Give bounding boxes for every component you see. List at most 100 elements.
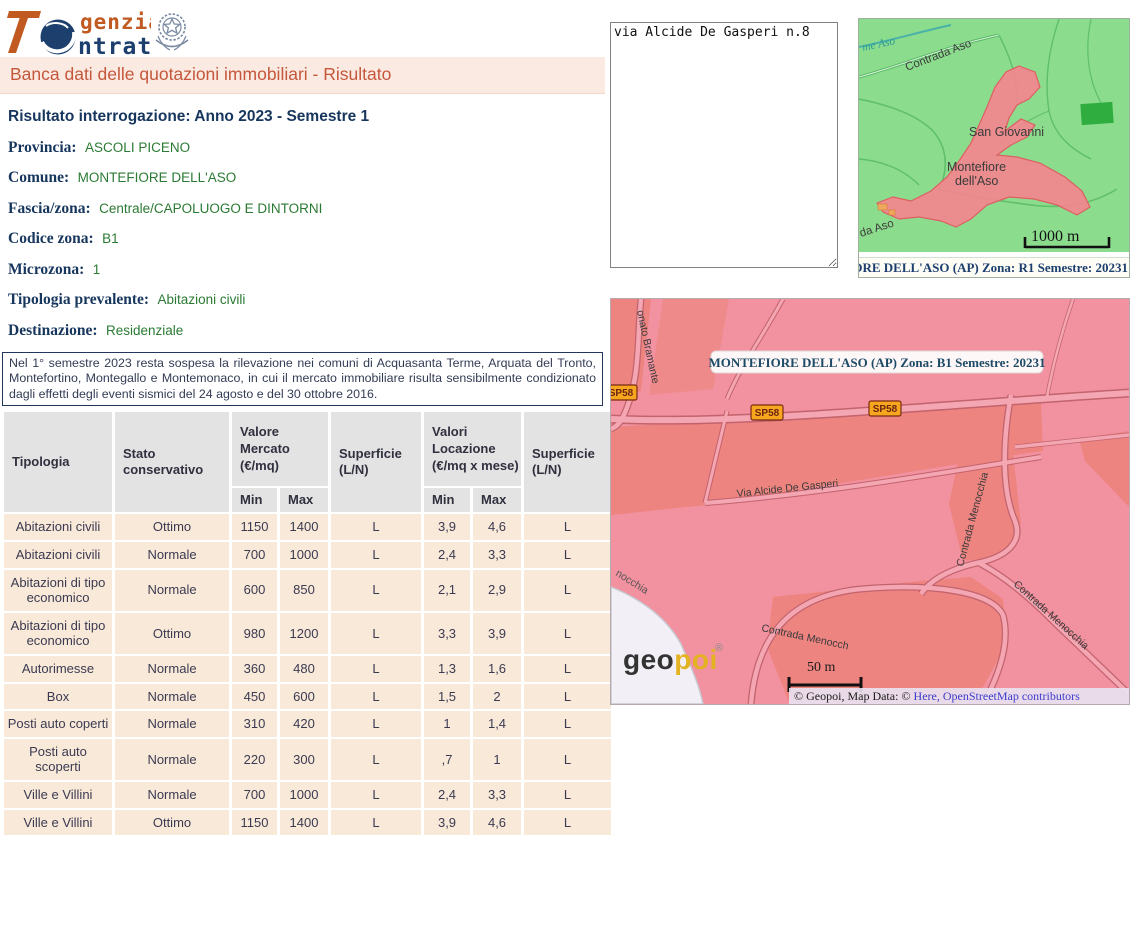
cell-valore-mercato-min: 600 (232, 570, 277, 611)
cell-tipologia: Autorimesse (4, 656, 112, 682)
info-field-label: Fascia/zona: (8, 200, 91, 217)
address-textarea-wrap: via Alcide De Gasperi n.8 (610, 22, 838, 273)
cell-tipologia: Abitazioni di tipo economico (4, 613, 112, 654)
svg-text:SP58: SP58 (755, 408, 780, 419)
info-field-value: B1 (98, 231, 119, 246)
page-title: Banca dati delle quotazioni immobiliari … (10, 64, 391, 84)
col-header-valori-locazione: Valori Locazione (€/mq x mese) (424, 412, 521, 486)
agenzia-entrate-header: genzia ntrate (0, 0, 605, 57)
svg-text:geopoi: geopoi (623, 644, 718, 675)
col-header-vl-min: Min (424, 488, 470, 512)
cell-stato-conservativo: Ottimo (115, 613, 229, 654)
cell-valori-locazione-max: 3,3 (473, 542, 521, 568)
cell-valori-locazione-max: 1 (473, 739, 521, 780)
cell-superficie-1: L (331, 711, 421, 737)
info-field-value: ASCOLI PICENO (81, 140, 190, 155)
info-field-value: Residenziale (102, 323, 183, 338)
here-link[interactable]: Here, (914, 689, 940, 703)
info-field-row: Destinazione: Residenziale (8, 322, 605, 340)
cell-valori-locazione-min: 2,4 (424, 782, 470, 808)
cell-tipologia: Ville e Villini (4, 782, 112, 808)
cell-stato-conservativo: Normale (115, 711, 229, 737)
cell-superficie-1: L (331, 782, 421, 808)
cell-valore-mercato-min: 360 (232, 656, 277, 682)
table-header: Tipologia Stato conservativo Valore Merc… (4, 412, 611, 512)
cell-valore-mercato-min: 1150 (232, 810, 277, 836)
info-field-row: Tipologia prevalente: Abitazioni civili (8, 291, 605, 309)
cell-valore-mercato-max: 300 (280, 739, 328, 780)
address-input[interactable]: via Alcide De Gasperi n.8 (610, 22, 838, 268)
col-header-tipologia: Tipologia (4, 412, 112, 512)
cell-stato-conservativo: Normale (115, 782, 229, 808)
table-row: Ville e Villini Normale 700 1000 L 2,4 3… (4, 782, 611, 808)
cell-valore-mercato-max: 850 (280, 570, 328, 611)
table-body: Abitazioni civili Ottimo 1150 1400 L 3,9… (4, 514, 611, 835)
san-giovanni-label: San Giovanni (969, 125, 1044, 139)
map-attribution: © Geopoi, Map Data: © Here, OpenStreetMa… (794, 689, 1080, 703)
cell-valore-mercato-max: 420 (280, 711, 328, 737)
cell-valori-locazione-min: 1,3 (424, 656, 470, 682)
cell-superficie-2: L (524, 514, 611, 540)
cell-valori-locazione-min: 1 (424, 711, 470, 737)
cell-valore-mercato-max: 1000 (280, 542, 328, 568)
info-field-row: Microzona: 1 (8, 261, 605, 279)
openstreetmap-link[interactable]: OpenStreetMap contributors (943, 689, 1080, 703)
cell-superficie-2: L (524, 782, 611, 808)
cell-valore-mercato-max: 1400 (280, 810, 328, 836)
cell-superficie-2: L (524, 684, 611, 710)
overview-scale-label: 1000 m (1031, 228, 1080, 245)
cell-stato-conservativo: Normale (115, 739, 229, 780)
cell-tipologia: Abitazioni civili (4, 514, 112, 540)
cell-stato-conservativo: Normale (115, 542, 229, 568)
overview-map-image: me Aso Contrada Aso San Giovanni Montefi… (859, 19, 1129, 252)
svg-text:SP58: SP58 (611, 388, 634, 399)
cell-valore-mercato-min: 980 (232, 613, 277, 654)
agenzia-entrate-logo-icon: genzia ntrate (6, 4, 151, 56)
cell-valori-locazione-min: 3,3 (424, 613, 470, 654)
cell-valori-locazione-max: 2,9 (473, 570, 521, 611)
cell-superficie-1: L (331, 514, 421, 540)
cell-superficie-2: L (524, 810, 611, 836)
detail-map-caption: MONTEFIORE DELL'ASO (AP) Zona: B1 Semest… (708, 355, 1045, 370)
info-field-value: Abitazioni civili (154, 292, 246, 307)
col-header-vm-min: Min (232, 488, 277, 512)
sp58-badge: SP58 (611, 385, 637, 400)
table-row: Box Normale 450 600 L 1,5 2 L (4, 684, 611, 710)
cell-tipologia: Abitazioni civili (4, 542, 112, 568)
col-header-vl-max: Max (473, 488, 521, 512)
overview-map: me Aso Contrada Aso San Giovanni Montefi… (858, 18, 1130, 278)
cell-valori-locazione-min: 2,4 (424, 542, 470, 568)
cell-stato-conservativo: Ottimo (115, 810, 229, 836)
cell-valori-locazione-max: 3,9 (473, 613, 521, 654)
info-field-row: Comune: MONTEFIORE DELL'ASO (8, 169, 605, 187)
cell-superficie-2: L (524, 542, 611, 568)
cell-stato-conservativo: Normale (115, 656, 229, 682)
col-header-valore-mercato: Valore Mercato (€/mq) (232, 412, 328, 486)
cell-valori-locazione-min: 2,1 (424, 570, 470, 611)
cell-superficie-1: L (331, 739, 421, 780)
cell-stato-conservativo: Normale (115, 570, 229, 611)
table-row: Ville e Villini Ottimo 1150 1400 L 3,9 4… (4, 810, 611, 836)
info-field-row: Provincia: ASCOLI PICENO (8, 139, 605, 157)
cell-tipologia: Abitazioni di tipo economico (4, 570, 112, 611)
cell-valori-locazione-max: 4,6 (473, 514, 521, 540)
cell-tipologia: Box (4, 684, 112, 710)
cell-superficie-2: L (524, 711, 611, 737)
cell-valore-mercato-min: 700 (232, 782, 277, 808)
detail-map-image: MONTEFIORE DELL'ASO (AP) Zona: B1 Semest… (611, 299, 1129, 704)
detail-map: MONTEFIORE DELL'ASO (AP) Zona: B1 Semest… (610, 298, 1130, 705)
cell-valore-mercato-max: 600 (280, 684, 328, 710)
cell-valore-mercato-min: 220 (232, 739, 277, 780)
cell-valori-locazione-min: 3,9 (424, 514, 470, 540)
cell-valori-locazione-max: 2 (473, 684, 521, 710)
cell-stato-conservativo: Normale (115, 684, 229, 710)
town-label-line2: dell'Aso (955, 174, 998, 188)
cell-valore-mercato-max: 1000 (280, 782, 328, 808)
info-field-value: Centrale/CAPOLUOGO E DINTORNI (95, 201, 322, 216)
left-column: genzia ntrate Banca dati delle quotazion… (0, 0, 605, 837)
cell-superficie-1: L (331, 613, 421, 654)
info-field-label: Comune: (8, 169, 69, 186)
geopoi-logo: geopoi ® (623, 642, 723, 675)
sp58-badge: SP58 (751, 405, 783, 420)
earthquake-notice: Nel 1° semestre 2023 resta sospesa la ri… (2, 352, 603, 407)
